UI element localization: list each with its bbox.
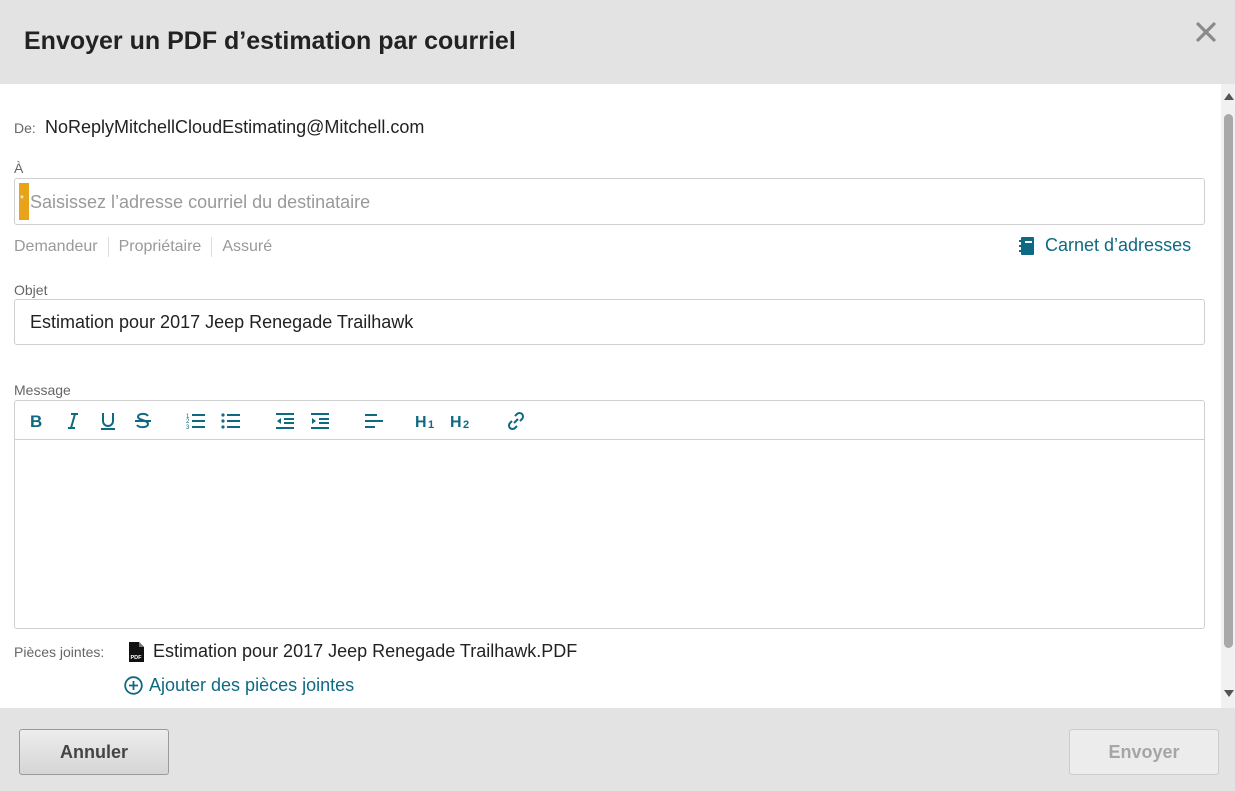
from-value: NoReplyMitchellCloudEstimating@Mitchell.… [45, 117, 425, 137]
quick-recipient-demandeur[interactable]: Demandeur [14, 237, 108, 257]
address-book-label: Carnet d’adresses [1045, 235, 1192, 255]
indent-icon [311, 413, 329, 429]
dialog-title: Envoyer un PDF d’estimation par courriel [24, 27, 516, 55]
to-field[interactable]: * [14, 178, 1205, 225]
link-icon [507, 411, 525, 431]
heading2-button[interactable]: H 2 [450, 411, 474, 431]
heading2-icon: H 2 [450, 414, 469, 430]
svg-text:PDF: PDF [131, 655, 143, 661]
address-book-icon [1019, 236, 1034, 255]
heading1-button[interactable]: H 1 [415, 411, 439, 431]
close-icon[interactable] [1194, 20, 1218, 44]
address-book-link[interactable]: Carnet d’adresses [1018, 235, 1191, 256]
attachment-filename: Estimation pour 2017 Jeep Renegade Trail… [153, 641, 578, 661]
align-button[interactable] [363, 411, 385, 431]
italic-button[interactable] [63, 411, 83, 431]
add-attachments-label: Ajouter des pièces jointes [149, 675, 355, 695]
required-marker: * [19, 183, 29, 220]
italic-icon [68, 413, 78, 429]
scrollbar[interactable] [1221, 84, 1235, 708]
attachments-label: Pièces jointes: [14, 644, 105, 660]
dialog-header: Envoyer un PDF d’estimation par courriel [0, 0, 1235, 84]
scroll-up-arrow-icon[interactable] [1224, 93, 1234, 100]
plus-circle-icon [124, 676, 143, 695]
send-button[interactable]: Envoyer [1069, 729, 1219, 775]
dialog-footer: Annuler Envoyer [0, 708, 1235, 791]
scrollbar-thumb[interactable] [1224, 114, 1233, 648]
message-editor: B 1 2 3 H 1 H 2 [14, 400, 1205, 629]
svg-text:H: H [415, 414, 427, 430]
underline-button[interactable] [98, 411, 118, 431]
bold-button[interactable]: B [27, 411, 47, 431]
outdent-icon [276, 413, 294, 429]
scroll-down-arrow-icon[interactable] [1224, 690, 1234, 697]
svg-text:3: 3 [186, 425, 190, 430]
bullet-list-icon [221, 413, 240, 429]
svg-text:2: 2 [463, 419, 469, 430]
heading1-icon: H 1 [415, 414, 434, 430]
message-body[interactable] [15, 440, 1204, 628]
quick-recipient-proprietaire[interactable]: Propriétaire [107, 237, 212, 257]
quick-recipient-assure[interactable]: Assuré [211, 237, 282, 257]
strikethrough-icon [135, 412, 151, 429]
editor-toolbar: B 1 2 3 H 1 H 2 [15, 401, 1204, 440]
ordered-list-button[interactable]: 1 2 3 [185, 411, 207, 431]
from-label: De: [14, 120, 36, 136]
subject-label: Objet [14, 282, 48, 298]
to-input[interactable] [30, 189, 1190, 215]
align-left-icon [365, 414, 383, 428]
pdf-file-icon: PDF [129, 641, 144, 662]
subject-value: Estimation pour 2017 Jeep Renegade Trail… [30, 312, 414, 332]
ordered-list-icon: 1 2 3 [186, 414, 205, 430]
svg-text:H: H [450, 414, 462, 430]
attachment-item[interactable]: PDF Estimation pour 2017 Jeep Renegade T… [128, 641, 577, 662]
subject-field[interactable]: Estimation pour 2017 Jeep Renegade Trail… [14, 299, 1205, 345]
svg-text:B: B [30, 412, 42, 430]
strikethrough-button[interactable] [133, 411, 153, 431]
link-button[interactable] [505, 411, 527, 431]
add-attachments-link[interactable]: Ajouter des pièces jointes [124, 675, 354, 696]
bullet-list-button[interactable] [220, 411, 242, 431]
quick-recipients: Demandeur Propriétaire Assuré [14, 237, 282, 257]
svg-text:1: 1 [428, 419, 434, 430]
cancel-button[interactable]: Annuler [19, 729, 169, 775]
to-label: À [14, 160, 24, 176]
message-label: Message [14, 382, 71, 398]
dialog-body: De: NoReplyMitchellCloudEstimating@Mitch… [0, 84, 1235, 708]
indent-button[interactable] [309, 411, 331, 431]
outdent-button[interactable] [274, 411, 296, 431]
underline-icon [101, 413, 115, 430]
bold-icon: B [30, 412, 42, 430]
